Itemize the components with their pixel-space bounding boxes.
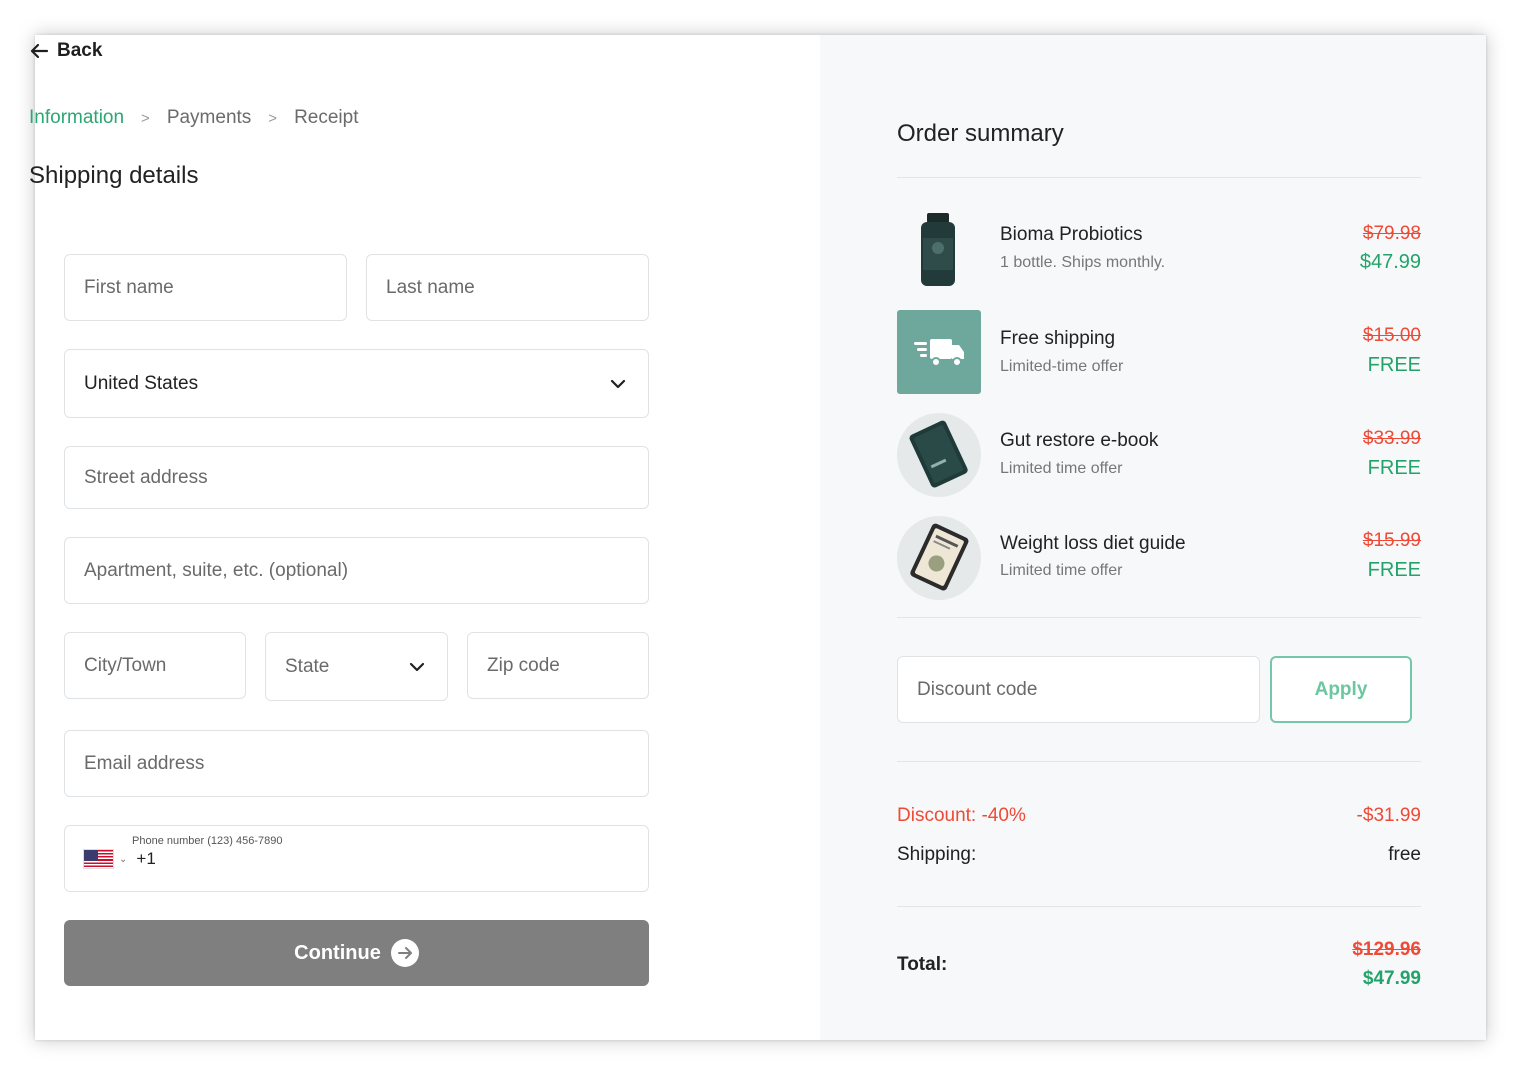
state-select[interactable]: State: [265, 632, 448, 701]
street-address-placeholder: Street address: [84, 466, 208, 488]
back-label: Back: [57, 40, 103, 61]
divider: [897, 177, 1421, 178]
breadcrumb-separator: >: [141, 109, 150, 127]
zip-code-placeholder: Zip code: [487, 654, 560, 676]
zip-code-field[interactable]: Zip code: [467, 632, 649, 699]
apartment-placeholder: Apartment, suite, etc. (optional): [84, 559, 349, 581]
phone-field[interactable]: Phone number (123) 456-7890 ⌄ +1: [64, 825, 649, 892]
chevron-down-icon: [610, 379, 626, 388]
email-field[interactable]: Email address: [64, 730, 649, 797]
breadcrumb-receipt[interactable]: Receipt: [294, 107, 358, 129]
first-name-placeholder: First name: [84, 276, 174, 298]
item-new-price: FREE: [1367, 457, 1421, 479]
breadcrumb: Information > Payments > Receipt: [29, 107, 358, 129]
item-subtitle: Limited time offer: [1000, 460, 1123, 477]
continue-button[interactable]: Continue: [64, 920, 649, 986]
divider: [897, 906, 1421, 907]
last-name-field[interactable]: Last name: [366, 254, 649, 321]
item-new-price: FREE: [1367, 559, 1421, 581]
item-name: Bioma Probiotics: [1000, 224, 1143, 245]
item-name: Weight loss diet guide: [1000, 533, 1186, 554]
arrow-right-circle-icon: [390, 939, 419, 967]
email-placeholder: Email address: [84, 752, 205, 774]
back-link[interactable]: Back: [29, 40, 102, 62]
item-old-price: $33.99: [1362, 428, 1421, 449]
item-subtitle: 1 bottle. Ships monthly.: [1000, 254, 1166, 271]
total-label: Total:: [897, 954, 948, 975]
delivery-truck-icon: [897, 310, 981, 394]
item-new-price: $47.99: [1359, 251, 1421, 273]
item-name: Free shipping: [1000, 328, 1116, 349]
discount-label: Discount: -40%: [897, 805, 1026, 826]
phone-label: Phone number (123) 456-7890: [132, 835, 283, 847]
item-name: Gut restore e-book: [1000, 430, 1159, 451]
order-item: Gut restore e-book Limited time offer $3…: [897, 413, 1421, 497]
discount-value: -$31.99: [1356, 805, 1421, 826]
breadcrumb-information[interactable]: Information: [29, 107, 124, 129]
probiotics-bottle-image: [897, 208, 981, 292]
first-name-field[interactable]: First name: [64, 254, 347, 321]
apply-button[interactable]: Apply: [1270, 656, 1412, 723]
shipping-label: Shipping:: [897, 844, 977, 865]
country-value: United States: [84, 372, 199, 394]
city-placeholder: City/Town: [84, 654, 167, 676]
street-address-field[interactable]: Street address: [64, 446, 649, 509]
breadcrumb-separator: >: [268, 109, 278, 127]
item-old-price: $15.99: [1362, 530, 1421, 551]
chevron-down-icon[interactable]: ⌄: [119, 854, 127, 865]
item-new-price: FREE: [1367, 354, 1421, 376]
chevron-down-icon: [409, 662, 425, 671]
item-old-price: $15.00: [1362, 325, 1421, 346]
divider: [897, 761, 1421, 762]
ebook-tablet-image: [897, 413, 981, 497]
city-field[interactable]: City/Town: [64, 632, 246, 699]
discount-code-placeholder: Discount code: [917, 678, 1038, 700]
discount-code-field[interactable]: Discount code: [897, 656, 1260, 723]
total-new-price: $47.99: [1362, 968, 1421, 989]
last-name-placeholder: Last name: [386, 276, 475, 298]
apply-label: Apply: [1314, 678, 1368, 700]
order-summary-title: Order summary: [897, 120, 1064, 147]
divider: [897, 617, 1421, 618]
order-item: Bioma Probiotics 1 bottle. Ships monthly…: [897, 208, 1421, 292]
us-flag-icon[interactable]: [83, 849, 114, 869]
shipping-value: free: [1388, 844, 1421, 865]
breadcrumb-payments[interactable]: Payments: [167, 107, 251, 129]
country-select[interactable]: United States: [64, 349, 649, 418]
total-old-price: $129.96: [1352, 939, 1421, 960]
phone-prefix: +1: [136, 849, 156, 868]
item-subtitle: Limited-time offer: [1000, 358, 1124, 375]
shipping-details-title: Shipping details: [29, 162, 199, 189]
apartment-field[interactable]: Apartment, suite, etc. (optional): [64, 537, 649, 604]
item-old-price: $79.98: [1362, 223, 1421, 244]
order-item: Weight loss diet guide Limited time offe…: [897, 516, 1421, 600]
continue-label: Continue: [294, 941, 381, 964]
state-placeholder: State: [285, 655, 330, 677]
arrow-left-icon: [30, 43, 49, 59]
diet-guide-tablet-image: [897, 516, 981, 600]
order-item: Free shipping Limited-time offer $15.00 …: [897, 310, 1421, 394]
phone-row: ⌄ +1: [83, 849, 156, 869]
item-subtitle: Limited time offer: [1000, 562, 1123, 579]
